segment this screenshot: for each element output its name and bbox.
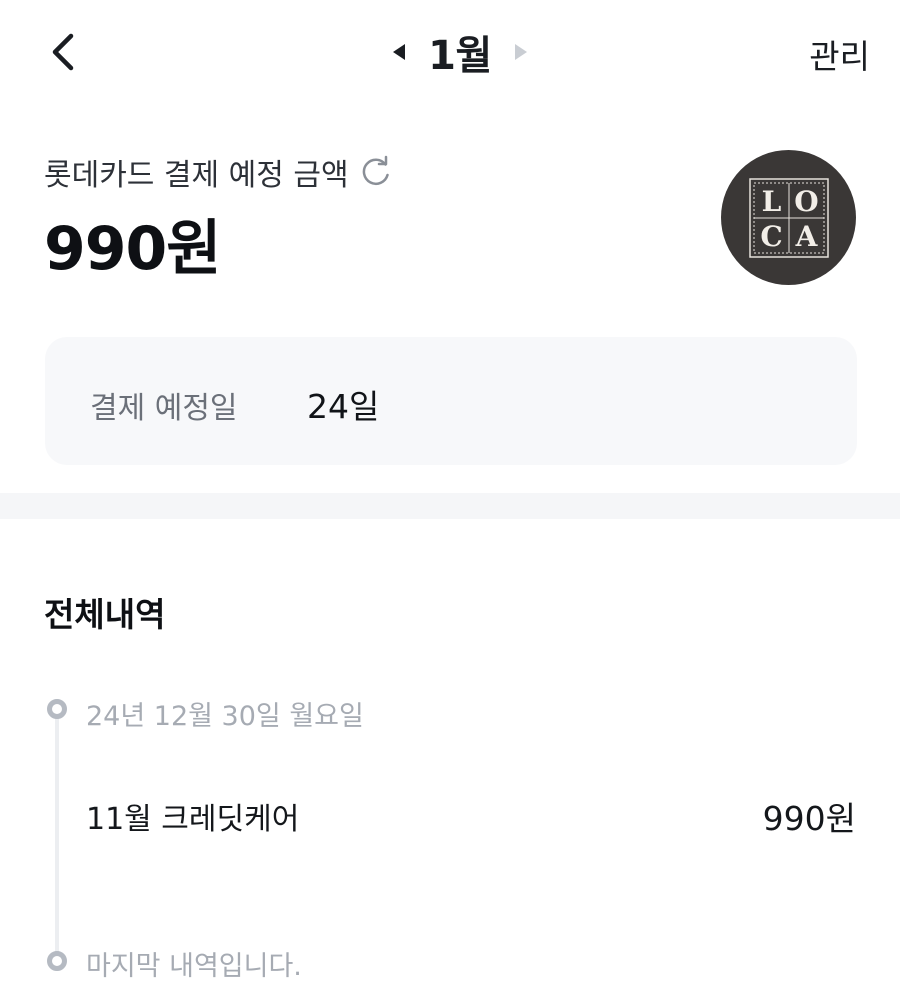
logo-letter-c: C	[760, 220, 782, 253]
refresh-icon	[362, 155, 389, 185]
chevron-left-icon	[52, 33, 74, 71]
timeline-line	[55, 712, 59, 952]
summary-label: 롯데카드 결제 예정 금액	[44, 158, 349, 193]
transaction-amount: 990원	[762, 799, 856, 838]
caret-left-icon	[393, 44, 406, 60]
due-date-label: 결제 예정일	[90, 391, 238, 426]
manage-button[interactable]: 관리	[809, 30, 870, 78]
transaction-name: 11월 크레딧케어	[86, 802, 300, 837]
caret-right-icon	[514, 44, 527, 60]
history-end-label: 마지막 내역입니다.	[86, 951, 302, 982]
summary-label-row: 롯데카드 결제 예정 금액	[44, 150, 393, 194]
transaction-row[interactable]: 11월 크레딧케어 990원	[86, 790, 856, 840]
due-date-box: 결제 예정일 24일	[45, 337, 857, 465]
prev-month-button[interactable]	[380, 32, 420, 72]
timeline-dot	[47, 699, 67, 719]
logo-letter-l: L	[761, 185, 781, 218]
month-navigator: 1월	[360, 26, 560, 79]
history-date: 24년 12월 30일 월요일	[86, 701, 364, 732]
card-logo[interactable]: L O C A	[721, 150, 856, 285]
payment-amount: 990원	[44, 214, 221, 284]
next-month-button[interactable]	[500, 32, 540, 72]
top-bar: 1월 관리	[0, 0, 900, 104]
due-date-value: 24일	[307, 387, 380, 426]
timeline-end-dot	[47, 951, 67, 971]
refresh-button[interactable]	[359, 155, 393, 189]
card-logo-emblem: L O C A	[748, 177, 829, 258]
logo-letter-o: O	[794, 185, 818, 218]
month-title: 1월	[428, 33, 492, 79]
logo-letter-a: A	[794, 220, 818, 253]
section-divider	[0, 493, 900, 519]
history-title: 전체내역	[44, 595, 166, 634]
back-button[interactable]	[40, 28, 88, 76]
